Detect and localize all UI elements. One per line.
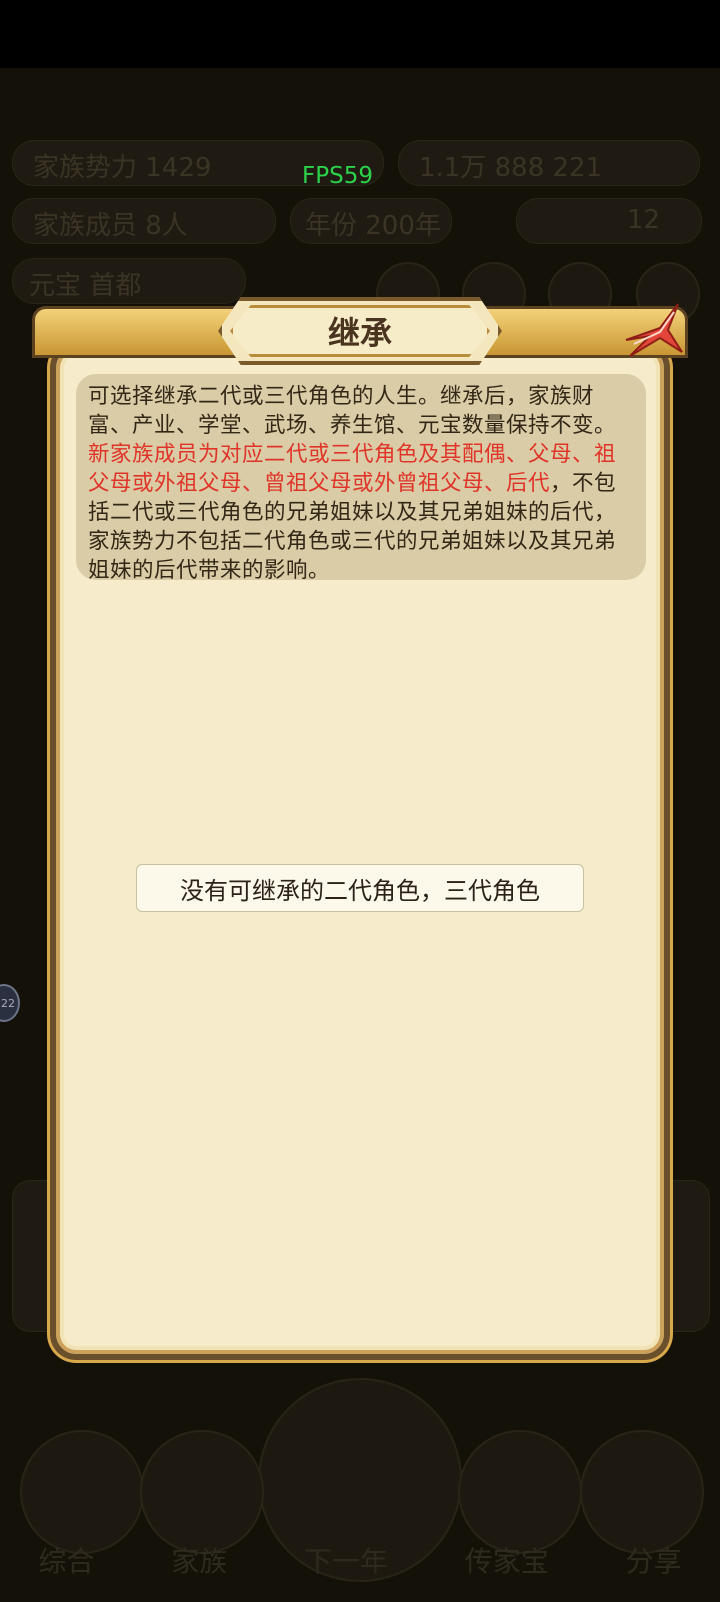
fps-counter: FPS59	[302, 163, 373, 189]
bg-family-power-text: 家族势力 1429	[33, 153, 212, 183]
status-bar	[0, 0, 720, 68]
tab-next-year[interactable]: 下一年	[304, 1540, 388, 1602]
dialog-title: 继承	[230, 305, 490, 357]
bg-year-bar: 年份 200年	[290, 198, 452, 244]
description-text-normal: 可选择继承二代或三代角色的人生。继承后，家族财富、产业、学堂、武场、养生馆、元宝…	[88, 384, 617, 438]
close-icon[interactable]	[620, 300, 684, 364]
bg-tab-icon	[580, 1430, 704, 1554]
bg-tab-icon	[20, 1430, 144, 1554]
tab-overview[interactable]: 综合	[38, 1540, 94, 1602]
bg-tab-icon	[140, 1430, 264, 1554]
bg-currency-text: 1.1万 888 221	[419, 153, 603, 183]
description-text-highlight: 新家族成员为对应二代或三代角色及其配偶、父母、祖父母或外祖父母、曾祖父母或外曾祖…	[88, 442, 617, 496]
bg-location-bar: 元宝 首都	[12, 258, 246, 304]
bg-tab-icon	[458, 1430, 582, 1554]
bg-members-text: 家族成员 8人	[33, 211, 188, 241]
bg-location-text: 元宝 首都	[29, 271, 142, 301]
bg-currency-bar: 1.1万 888 221	[398, 140, 700, 186]
bg-year-text: 年份 200年	[305, 211, 441, 241]
inherit-description: 可选择继承二代或三代角色的人生。继承后，家族财富、产业、学堂、武场、养生馆、元宝…	[76, 374, 646, 583]
bg-gold-bar: 12	[516, 198, 702, 244]
empty-state-message: 没有可继承的二代角色，三代角色	[136, 864, 584, 912]
bg-gold-text: 12	[627, 205, 661, 235]
tab-family[interactable]: 家族	[171, 1540, 227, 1602]
tab-share[interactable]: 分享	[626, 1540, 682, 1602]
side-badge-text: 22	[1, 996, 15, 1010]
bg-members-bar: 家族成员 8人	[12, 198, 276, 244]
tab-heirloom[interactable]: 传家宝	[465, 1540, 549, 1602]
empty-state-text: 没有可继承的二代角色，三代角色	[180, 876, 540, 905]
bottom-tab-bar: 综合 家族 下一年 传家宝 分享	[0, 1540, 720, 1602]
